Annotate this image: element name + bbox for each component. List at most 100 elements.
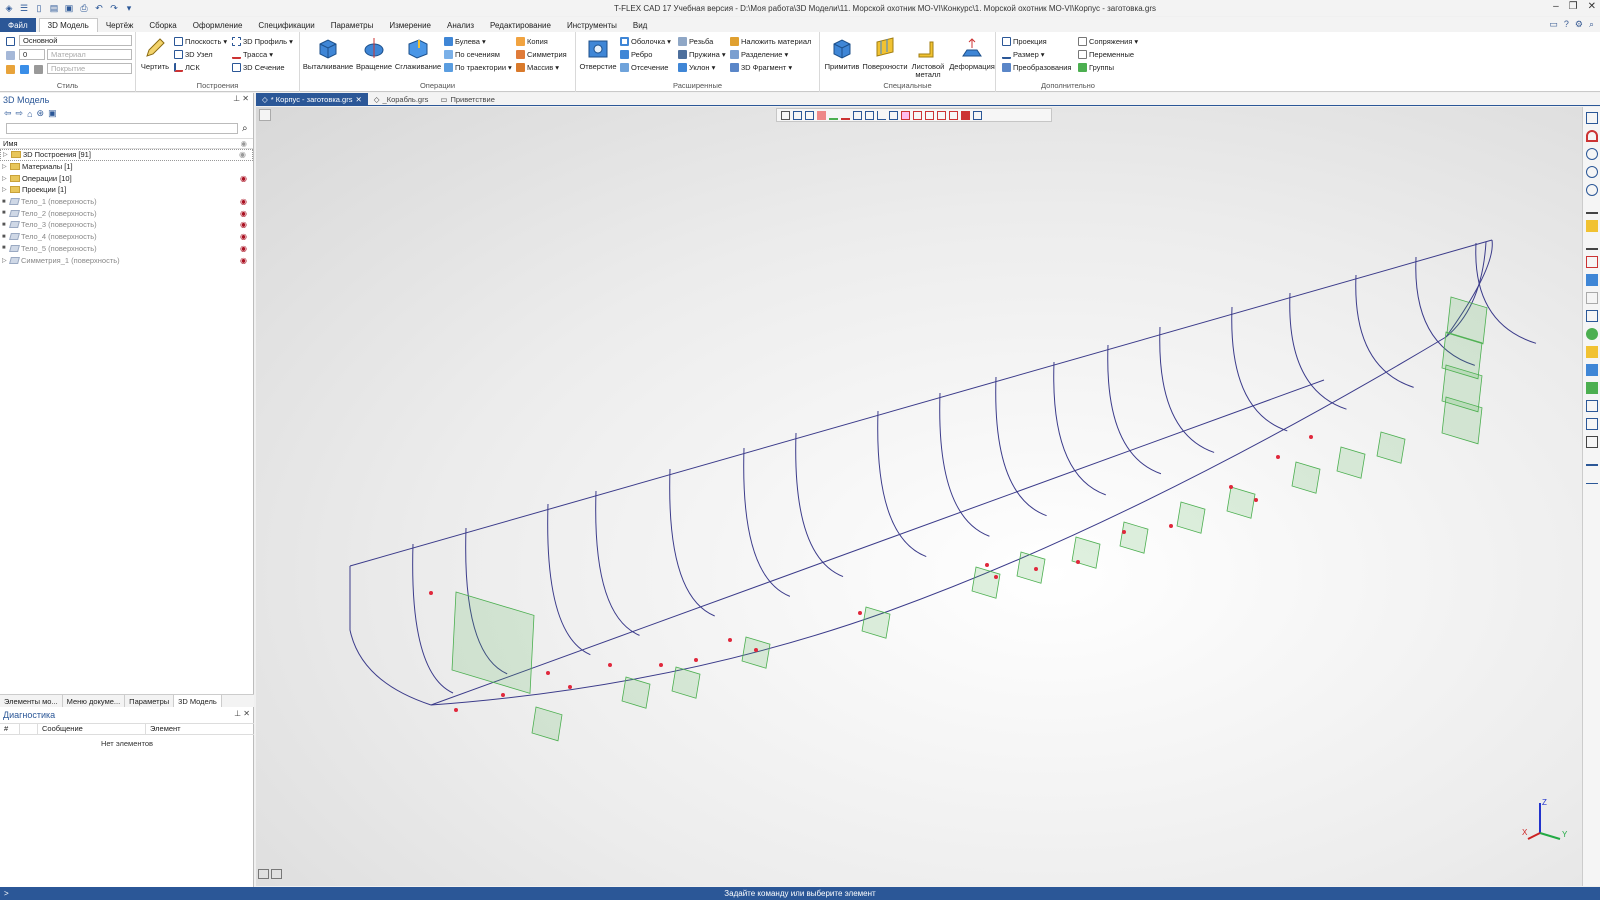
tree-item[interactable]: ■ Тело_3 (поверхность) ◉ bbox=[0, 219, 253, 231]
plane-button[interactable]: Плоскость ▾ bbox=[174, 37, 227, 46]
tree-item[interactable]: ■ Тело_5 (поверхность) ◉ bbox=[0, 243, 253, 255]
tab-assembly[interactable]: Сборка bbox=[141, 18, 184, 32]
3d-viewport[interactable]: Z Y X bbox=[256, 107, 1582, 886]
material-view-icon[interactable] bbox=[1585, 346, 1598, 358]
tab-doc-menu[interactable]: Меню докуме... bbox=[63, 695, 126, 707]
section-plane[interactable] bbox=[621, 676, 651, 709]
search-input[interactable] bbox=[6, 123, 238, 134]
green-cube-icon[interactable] bbox=[1585, 382, 1598, 394]
section-plane[interactable] bbox=[1226, 486, 1256, 519]
tab-file[interactable]: Файл bbox=[0, 18, 36, 32]
tab-design[interactable]: Оформление bbox=[185, 18, 251, 32]
filter-icon[interactable]: ⊛ bbox=[37, 108, 45, 119]
eye-icon[interactable]: ◉ bbox=[240, 232, 247, 241]
zoom-window-icon[interactable] bbox=[1585, 184, 1598, 196]
paint-icon[interactable] bbox=[20, 65, 29, 74]
command-prompt[interactable]: > bbox=[4, 889, 9, 898]
path-button[interactable]: Трасса ▾ bbox=[232, 50, 273, 59]
groups-button[interactable]: Группы bbox=[1078, 63, 1114, 72]
primitive-button[interactable]: Примитив bbox=[822, 36, 862, 71]
size-button[interactable]: Размер ▾ bbox=[1002, 50, 1045, 59]
tab-edit[interactable]: Редактирование bbox=[482, 18, 559, 32]
control-point[interactable] bbox=[1076, 560, 1080, 564]
control-point[interactable] bbox=[501, 693, 505, 697]
control-point[interactable] bbox=[1276, 455, 1280, 459]
cut-button[interactable]: Отсечение bbox=[620, 63, 668, 72]
fit-icon[interactable] bbox=[1585, 256, 1598, 268]
deform-button[interactable]: Деформация bbox=[949, 36, 995, 71]
control-point[interactable] bbox=[454, 708, 458, 712]
control-point[interactable] bbox=[546, 671, 550, 675]
draw-button[interactable]: Чертить bbox=[140, 36, 170, 71]
section-plane[interactable] bbox=[1071, 536, 1101, 569]
loft-button[interactable]: По сечениям bbox=[444, 50, 500, 59]
level-spinner[interactable]: 0 bbox=[19, 49, 45, 60]
control-point[interactable] bbox=[858, 611, 862, 615]
views-icon[interactable] bbox=[1585, 112, 1598, 124]
more-icon[interactable]: ▾ bbox=[124, 3, 134, 13]
tab-analysis[interactable]: Анализ bbox=[439, 18, 482, 32]
eye-icon[interactable]: ◉ bbox=[239, 150, 246, 159]
tree-item[interactable]: ■ Тело_4 (поверхность) ◉ bbox=[0, 231, 253, 243]
control-point[interactable] bbox=[1034, 567, 1038, 571]
text-a2-icon[interactable] bbox=[1585, 472, 1598, 484]
constraints-button[interactable]: Сопряжения ▾ bbox=[1078, 37, 1138, 46]
home-icon[interactable]: ⌂ bbox=[27, 109, 32, 119]
back-icon[interactable]: ⇦ bbox=[4, 108, 12, 119]
revolve-button[interactable]: Вращение bbox=[352, 36, 396, 71]
list-icon[interactable]: ▣ bbox=[48, 108, 57, 119]
section-plane[interactable] bbox=[1291, 461, 1321, 494]
tree-item[interactable]: ▷ Симметрия_1 (поверхность) ◉ bbox=[0, 254, 253, 266]
camera-icon[interactable] bbox=[1585, 400, 1598, 412]
layout-rows-icon[interactable] bbox=[271, 869, 282, 879]
tab-parameters[interactable]: Параметры bbox=[125, 695, 175, 707]
new-file-icon[interactable]: ▯ bbox=[34, 3, 44, 13]
help-icon[interactable]: ? bbox=[1564, 19, 1569, 30]
doc-tab[interactable]: ◇ _Корабль.grs bbox=[368, 93, 435, 105]
apply-material-button[interactable]: Наложить материал bbox=[730, 37, 811, 46]
app-logo-icon[interactable]: ◈ bbox=[4, 3, 14, 13]
undo-icon[interactable]: ↶ bbox=[94, 3, 104, 13]
split-button[interactable]: Разделение ▾ bbox=[730, 50, 788, 59]
save-icon[interactable]: ▣ bbox=[64, 3, 74, 13]
tab-3d-model-panel[interactable]: 3D Модель bbox=[174, 695, 222, 707]
rotate-icon[interactable] bbox=[1585, 220, 1598, 232]
layer-combo[interactable]: Основной bbox=[19, 35, 132, 46]
orbit-icon[interactable] bbox=[1585, 238, 1598, 250]
variables-button[interactable]: Переменные bbox=[1078, 50, 1134, 59]
pan-icon[interactable] bbox=[1585, 202, 1598, 214]
magnet-icon[interactable] bbox=[1585, 130, 1598, 142]
control-point[interactable] bbox=[1254, 498, 1258, 502]
tree-item[interactable]: ■ Тело_2 (поверхность) ◉ bbox=[0, 207, 253, 219]
panel-pin-close[interactable]: ⊥ ✕ bbox=[233, 94, 249, 103]
minimize-icon[interactable]: – bbox=[1553, 1, 1559, 12]
control-point[interactable] bbox=[429, 591, 433, 595]
close-icon[interactable]: ✕ bbox=[355, 95, 361, 104]
tab-tools[interactable]: Инструменты bbox=[559, 18, 625, 32]
control-point[interactable] bbox=[694, 658, 698, 662]
sheet-metal-button[interactable]: Листовой металл bbox=[908, 36, 948, 79]
rib-button[interactable]: Ребро bbox=[620, 50, 652, 59]
section-button[interactable]: 3D Сечение bbox=[232, 63, 285, 72]
copy-button[interactable]: Копия bbox=[516, 37, 548, 46]
spring-button[interactable]: Пружина ▾ bbox=[678, 50, 726, 59]
projection-button[interactable]: Проекция bbox=[1002, 37, 1047, 46]
swatch-icon[interactable] bbox=[34, 65, 43, 74]
section-plane[interactable] bbox=[971, 566, 1001, 599]
cube-view-icon[interactable] bbox=[1585, 274, 1598, 286]
eye-icon[interactable]: ◉ bbox=[240, 197, 247, 206]
model-view-icon[interactable] bbox=[1585, 310, 1598, 322]
window-icon[interactable]: ▭ bbox=[1549, 19, 1558, 30]
section-plane[interactable] bbox=[1119, 521, 1149, 554]
light-icon[interactable] bbox=[1585, 292, 1598, 304]
profile-button[interactable]: 3D Профиль ▾ bbox=[232, 37, 293, 46]
close-icon[interactable]: ✕ bbox=[1588, 1, 1596, 12]
tab-measure[interactable]: Измерение bbox=[381, 18, 439, 32]
tab-specs[interactable]: Спецификации bbox=[250, 18, 322, 32]
eye-icon[interactable]: ◉ bbox=[240, 174, 247, 183]
transform-button[interactable]: Преобразования bbox=[1002, 63, 1071, 72]
hole-button[interactable]: Отверстие bbox=[578, 36, 618, 71]
section-plane[interactable] bbox=[1016, 551, 1046, 584]
node-button[interactable]: 3D Узел bbox=[174, 50, 213, 59]
extrude-button[interactable]: Выталкивание bbox=[303, 36, 353, 71]
